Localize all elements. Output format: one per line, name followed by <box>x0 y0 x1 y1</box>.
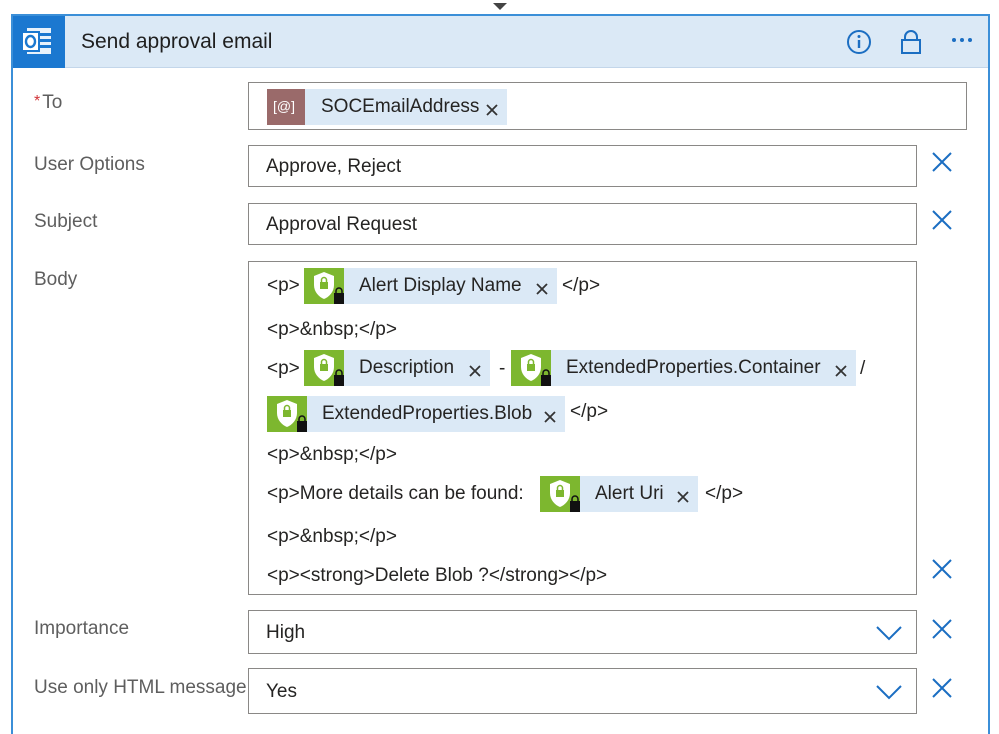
body-text: <p>&nbsp;</p> <box>267 444 397 465</box>
security-shield-icon <box>304 350 344 386</box>
security-shield-icon <box>304 268 344 304</box>
remove-token-icon[interactable] <box>543 408 557 423</box>
security-shield-icon <box>540 476 580 512</box>
body-text: </p> <box>562 275 601 296</box>
info-icon[interactable] <box>845 28 873 56</box>
html-message-value: Yes <box>266 681 297 702</box>
user-options-field[interactable]: Approve, Reject <box>248 145 917 187</box>
remove-token-icon[interactable] <box>535 280 549 295</box>
clear-importance-close-icon[interactable] <box>931 618 953 640</box>
to-label: * To <box>34 92 63 113</box>
html-message-dropdown[interactable]: Yes <box>248 668 917 714</box>
remove-token-icon[interactable] <box>468 362 482 377</box>
action-title: Send approval email <box>81 30 273 53</box>
html-message-label: Use only HTML message <box>34 677 247 698</box>
recipient-token[interactable]: [@] SOCEmailAddress <box>267 89 507 125</box>
importance-label: Importance <box>34 618 130 639</box>
body-text: </p> <box>705 483 744 504</box>
chevron-down-icon[interactable] <box>874 623 904 643</box>
clear-body-close-icon[interactable] <box>931 558 953 580</box>
body-text: - <box>499 358 506 379</box>
body-text: <p>&nbsp;</p> <box>267 319 397 340</box>
body-text: <p>More details can be found: <box>267 483 524 504</box>
body-text: <p><strong>Delete Blob ?</strong></p> <box>267 565 608 586</box>
subject-field[interactable]: Approval Request <box>248 203 917 245</box>
token-label: Description <box>359 357 455 378</box>
clear-subject-close-icon[interactable] <box>931 209 953 231</box>
dynamic-token-container[interactable]: ExtendedProperties.Container <box>511 350 856 386</box>
dynamic-token-description[interactable]: Description <box>304 350 490 386</box>
subject-value: Approval Request <box>266 214 418 235</box>
body-text: <p> <box>267 275 300 296</box>
email-variable-icon: [@] <box>267 89 305 125</box>
security-shield-icon <box>267 396 307 432</box>
dynamic-token-alert-display-name[interactable]: Alert Display Name <box>304 268 557 304</box>
token-label: Alert Uri <box>595 483 664 504</box>
user-options-label: User Options <box>34 154 145 175</box>
body-label: Body <box>34 269 78 290</box>
token-label: Alert Display Name <box>359 275 522 296</box>
body-text: <p> <box>267 358 300 379</box>
importance-value: High <box>266 622 306 643</box>
body-field[interactable]: <p> Alert Display Name </p> <p>&nbsp;</p… <box>248 261 917 595</box>
subject-label: Subject <box>34 211 98 232</box>
importance-dropdown[interactable]: High <box>248 610 917 654</box>
token-label: ExtendedProperties.Blob <box>322 403 533 424</box>
remove-token-icon[interactable] <box>834 362 848 377</box>
chevron-down-icon[interactable] <box>874 682 904 702</box>
action-header[interactable]: Send approval email <box>13 16 988 68</box>
remove-token-icon[interactable] <box>676 488 690 503</box>
outlook-icon <box>13 16 65 68</box>
more-icon[interactable] <box>947 26 977 54</box>
body-text: </p> <box>570 401 609 422</box>
clear-html-message-close-icon[interactable] <box>931 677 953 699</box>
token-label: SOCEmailAddress <box>321 96 480 117</box>
body-text: <p>&nbsp;</p> <box>267 526 397 547</box>
connector-arrow <box>493 3 507 10</box>
action-card: Send approval email * To [@] SOCEmailAdd… <box>11 14 990 734</box>
token-label: ExtendedProperties.Container <box>566 357 821 378</box>
required-marker: * <box>34 93 41 110</box>
remove-token-icon[interactable] <box>485 101 499 116</box>
dynamic-token-blob[interactable]: ExtendedProperties.Blob <box>267 396 565 432</box>
user-options-value: Approve, Reject <box>266 156 402 177</box>
clear-user-options-close-icon[interactable] <box>931 151 953 173</box>
security-shield-icon <box>511 350 551 386</box>
body-text: / <box>860 358 866 379</box>
dynamic-token-alert-uri[interactable]: Alert Uri <box>540 476 698 512</box>
to-field[interactable]: [@] SOCEmailAddress <box>248 82 967 130</box>
lock-icon[interactable] <box>897 28 925 56</box>
